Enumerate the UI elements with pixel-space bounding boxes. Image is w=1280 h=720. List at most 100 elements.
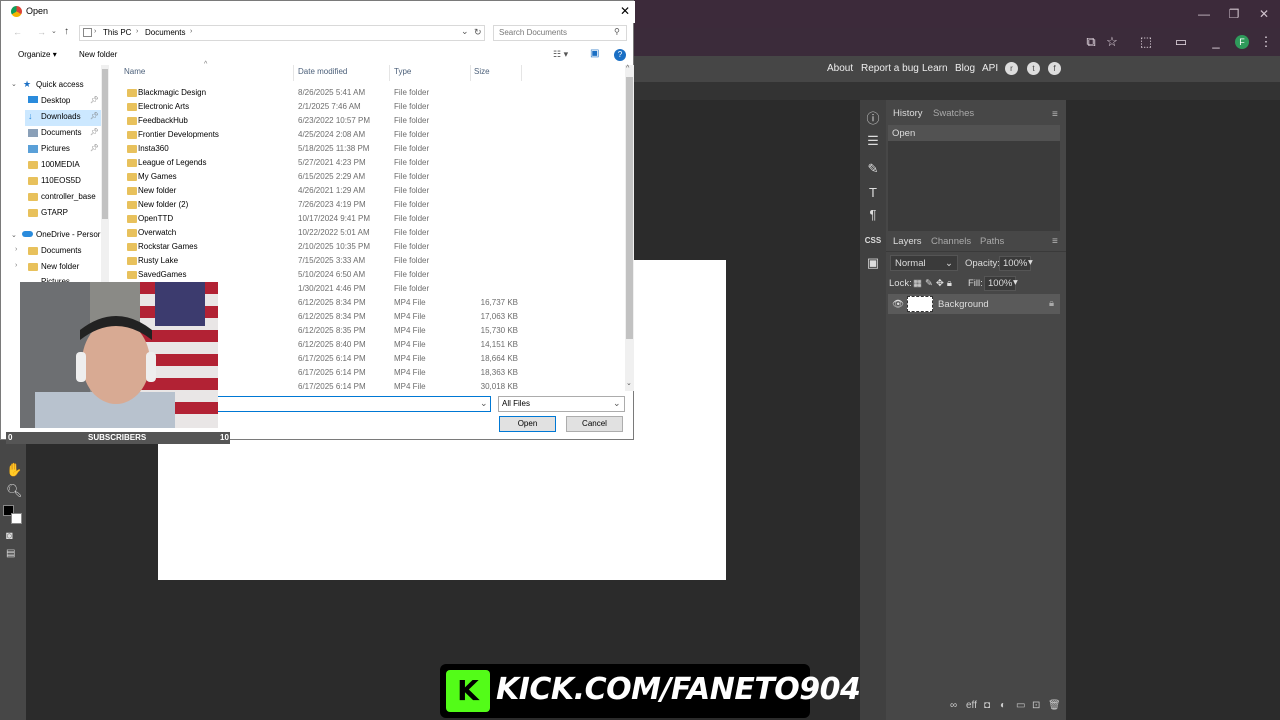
file-row[interactable]: Rusty Lake 7/15/2025 3:33 AM File folder [111, 254, 625, 268]
nav-item-desktop[interactable]: Desktop [41, 96, 70, 105]
nav-item-110eos5d[interactable]: 110EOS5D [41, 176, 81, 185]
cancel-button[interactable]: Cancel [566, 416, 623, 432]
profile-avatar[interactable]: F [1235, 35, 1249, 49]
fill-arrow-icon[interactable]: ▾ [1013, 277, 1018, 288]
preview-pane-icon[interactable]: ▣ [590, 48, 599, 59]
column-divider[interactable] [389, 65, 390, 81]
quick-mask-icon[interactable]: ◙ [6, 530, 13, 542]
learn-link[interactable]: Learn [922, 63, 948, 74]
paragraph-icon[interactable]: ¶ [864, 206, 882, 224]
file-row[interactable]: FeedbackHub 6/23/2022 10:57 PM File folder [111, 114, 625, 128]
blog-link[interactable]: Blog [955, 63, 975, 74]
nav-onedrive-documents[interactable]: Documents [41, 246, 81, 255]
filename-dropdown-icon[interactable]: ⌄ [480, 398, 488, 409]
scroll-thumb[interactable] [626, 77, 633, 339]
address-bar[interactable]: › This PC › Documents › ⌄ ↻ [79, 25, 485, 41]
layers-menu-icon[interactable]: ≡ [1052, 236, 1058, 247]
view-options-icon[interactable]: ☷ ▾ [553, 49, 568, 60]
character-icon[interactable]: T [864, 184, 882, 202]
twitter-icon[interactable]: t [1027, 62, 1040, 75]
nav-quick-access[interactable]: Quick access [36, 80, 84, 89]
file-row[interactable]: My Games 6/15/2025 2:29 AM File folder [111, 170, 625, 184]
help-icon[interactable]: ? [614, 49, 626, 61]
lock-options-icon[interactable]: ▦✎✥🔒︎ [913, 278, 955, 289]
recent-locations-icon[interactable]: ⌄ [51, 27, 57, 35]
history-item[interactable]: Open [888, 125, 1060, 141]
install-app-icon[interactable]: ⧉ [1083, 34, 1099, 50]
address-dropdown-icon[interactable]: ⌄ [461, 26, 469, 37]
open-button[interactable]: Open [499, 416, 556, 432]
reddit-icon[interactable]: r [1005, 62, 1018, 75]
add-mask-icon[interactable]: ◘ [984, 700, 990, 711]
browser-menu-icon[interactable]: ⋮ [1258, 34, 1274, 50]
tab-swatches[interactable]: Swatches [933, 108, 974, 119]
nav-onedrive[interactable]: OneDrive - Persor [36, 230, 100, 239]
column-size[interactable]: Size [474, 67, 490, 76]
layer-effects-icon[interactable]: eff [966, 700, 977, 711]
file-row[interactable]: Blackmagic Design 8/26/2025 5:41 AM File f… [111, 86, 625, 100]
nav-item-downloads[interactable]: Downloads [41, 112, 81, 121]
opacity-arrow-icon[interactable]: ▾ [1028, 257, 1033, 268]
file-row[interactable]: Insta360 5/18/2025 11:38 PM File folder [111, 142, 625, 156]
back-icon[interactable]: ← [13, 27, 22, 37]
file-row[interactable]: New folder 4/26/2021 1:29 AM File folder [111, 184, 625, 198]
scroll-down-icon[interactable]: ⌄ [626, 379, 632, 387]
tab-history[interactable]: History [893, 108, 923, 119]
restore-icon[interactable]: ❐ [1224, 6, 1244, 22]
column-divider[interactable] [521, 65, 522, 81]
css-icon[interactable]: CSS [864, 232, 882, 250]
file-type-select[interactable]: All Files ⌄ [498, 396, 625, 412]
screen-mode-icon[interactable]: ▤ [6, 548, 15, 559]
image-icon[interactable]: ▣ [864, 254, 882, 272]
eye-icon[interactable]: 👁︎ [892, 299, 904, 310]
breadcrumb-documents[interactable]: Documents [145, 28, 185, 37]
downloads-icon[interactable]: _ [1208, 34, 1224, 50]
column-name[interactable]: Name [124, 67, 145, 76]
link-layers-icon[interactable]: ∞ [950, 700, 957, 711]
file-row[interactable]: OpenTTD 10/17/2024 9:41 PM File folder [111, 212, 625, 226]
new-group-icon[interactable]: ▭ [1016, 700, 1025, 711]
zoom-tool-icon[interactable]: 🔍︎ [6, 483, 23, 499]
up-icon[interactable]: ↑ [64, 26, 69, 37]
column-date-modified[interactable]: Date modified [298, 67, 347, 76]
expand-icon[interactable]: ⌄ [11, 80, 17, 88]
nav-item-controller-base[interactable]: controller_base [41, 192, 96, 201]
column-type[interactable]: Type [394, 67, 411, 76]
breadcrumb-this-pc[interactable]: This PC [103, 28, 131, 37]
bookmark-star-icon[interactable]: ☆ [1104, 34, 1120, 50]
organize-button[interactable]: Organize ▾ [18, 50, 57, 59]
brush-icon[interactable]: ✎ [864, 160, 882, 178]
column-divider[interactable] [470, 65, 471, 81]
nav-item-100media[interactable]: 100MEDIA [41, 160, 80, 169]
hand-tool-icon[interactable]: ✋ [6, 462, 22, 478]
file-row[interactable]: Overwatch 10/22/2022 5:01 AM File folder [111, 226, 625, 240]
expand-icon[interactable]: ⌄ [11, 231, 17, 239]
minimize-icon[interactable]: — [1194, 6, 1214, 22]
api-link[interactable]: API [982, 63, 998, 74]
refresh-icon[interactable]: ↻ [474, 27, 482, 38]
info-icon[interactable]: ⓘ [864, 110, 882, 128]
new-folder-button[interactable]: New folder [79, 50, 117, 59]
file-row[interactable]: Frontier Developments 4/25/2024 2:08 AM Fi… [111, 128, 625, 142]
nav-item-pictures[interactable]: Pictures [41, 144, 70, 153]
report-bug-link[interactable]: Report a bug [861, 63, 919, 74]
delete-layer-icon[interactable]: 🗑︎ [1048, 700, 1061, 711]
tab-layers[interactable]: Layers [893, 236, 922, 247]
opacity-input[interactable]: 100% [999, 256, 1032, 271]
file-row[interactable]: Electronic Arts 2/1/2025 7:46 AM File fold… [111, 100, 625, 114]
new-layer-icon[interactable]: ⊡ [1032, 700, 1040, 711]
adjustment-layer-icon[interactable]: ◐ [1000, 700, 1006, 711]
tab-paths[interactable]: Paths [980, 236, 1004, 247]
extensions-icon[interactable]: ⬚ [1138, 34, 1154, 50]
file-row[interactable]: League of Legends 5/27/2021 4:23 PM File f… [111, 156, 625, 170]
blend-mode-select[interactable]: Normal ⌄ [890, 255, 958, 271]
facebook-icon[interactable]: f [1048, 62, 1061, 75]
file-row[interactable]: SavedGames 5/10/2024 6:50 AM File folder [111, 268, 625, 282]
fill-input[interactable]: 100% [984, 276, 1017, 291]
close-icon[interactable]: ✕ [620, 4, 630, 18]
expand-icon[interactable]: › [15, 262, 17, 269]
column-divider[interactable] [293, 65, 294, 81]
background-color[interactable] [11, 513, 22, 524]
forward-icon[interactable]: → [37, 27, 46, 37]
panel-menu-icon[interactable]: ≡ [1052, 109, 1058, 120]
